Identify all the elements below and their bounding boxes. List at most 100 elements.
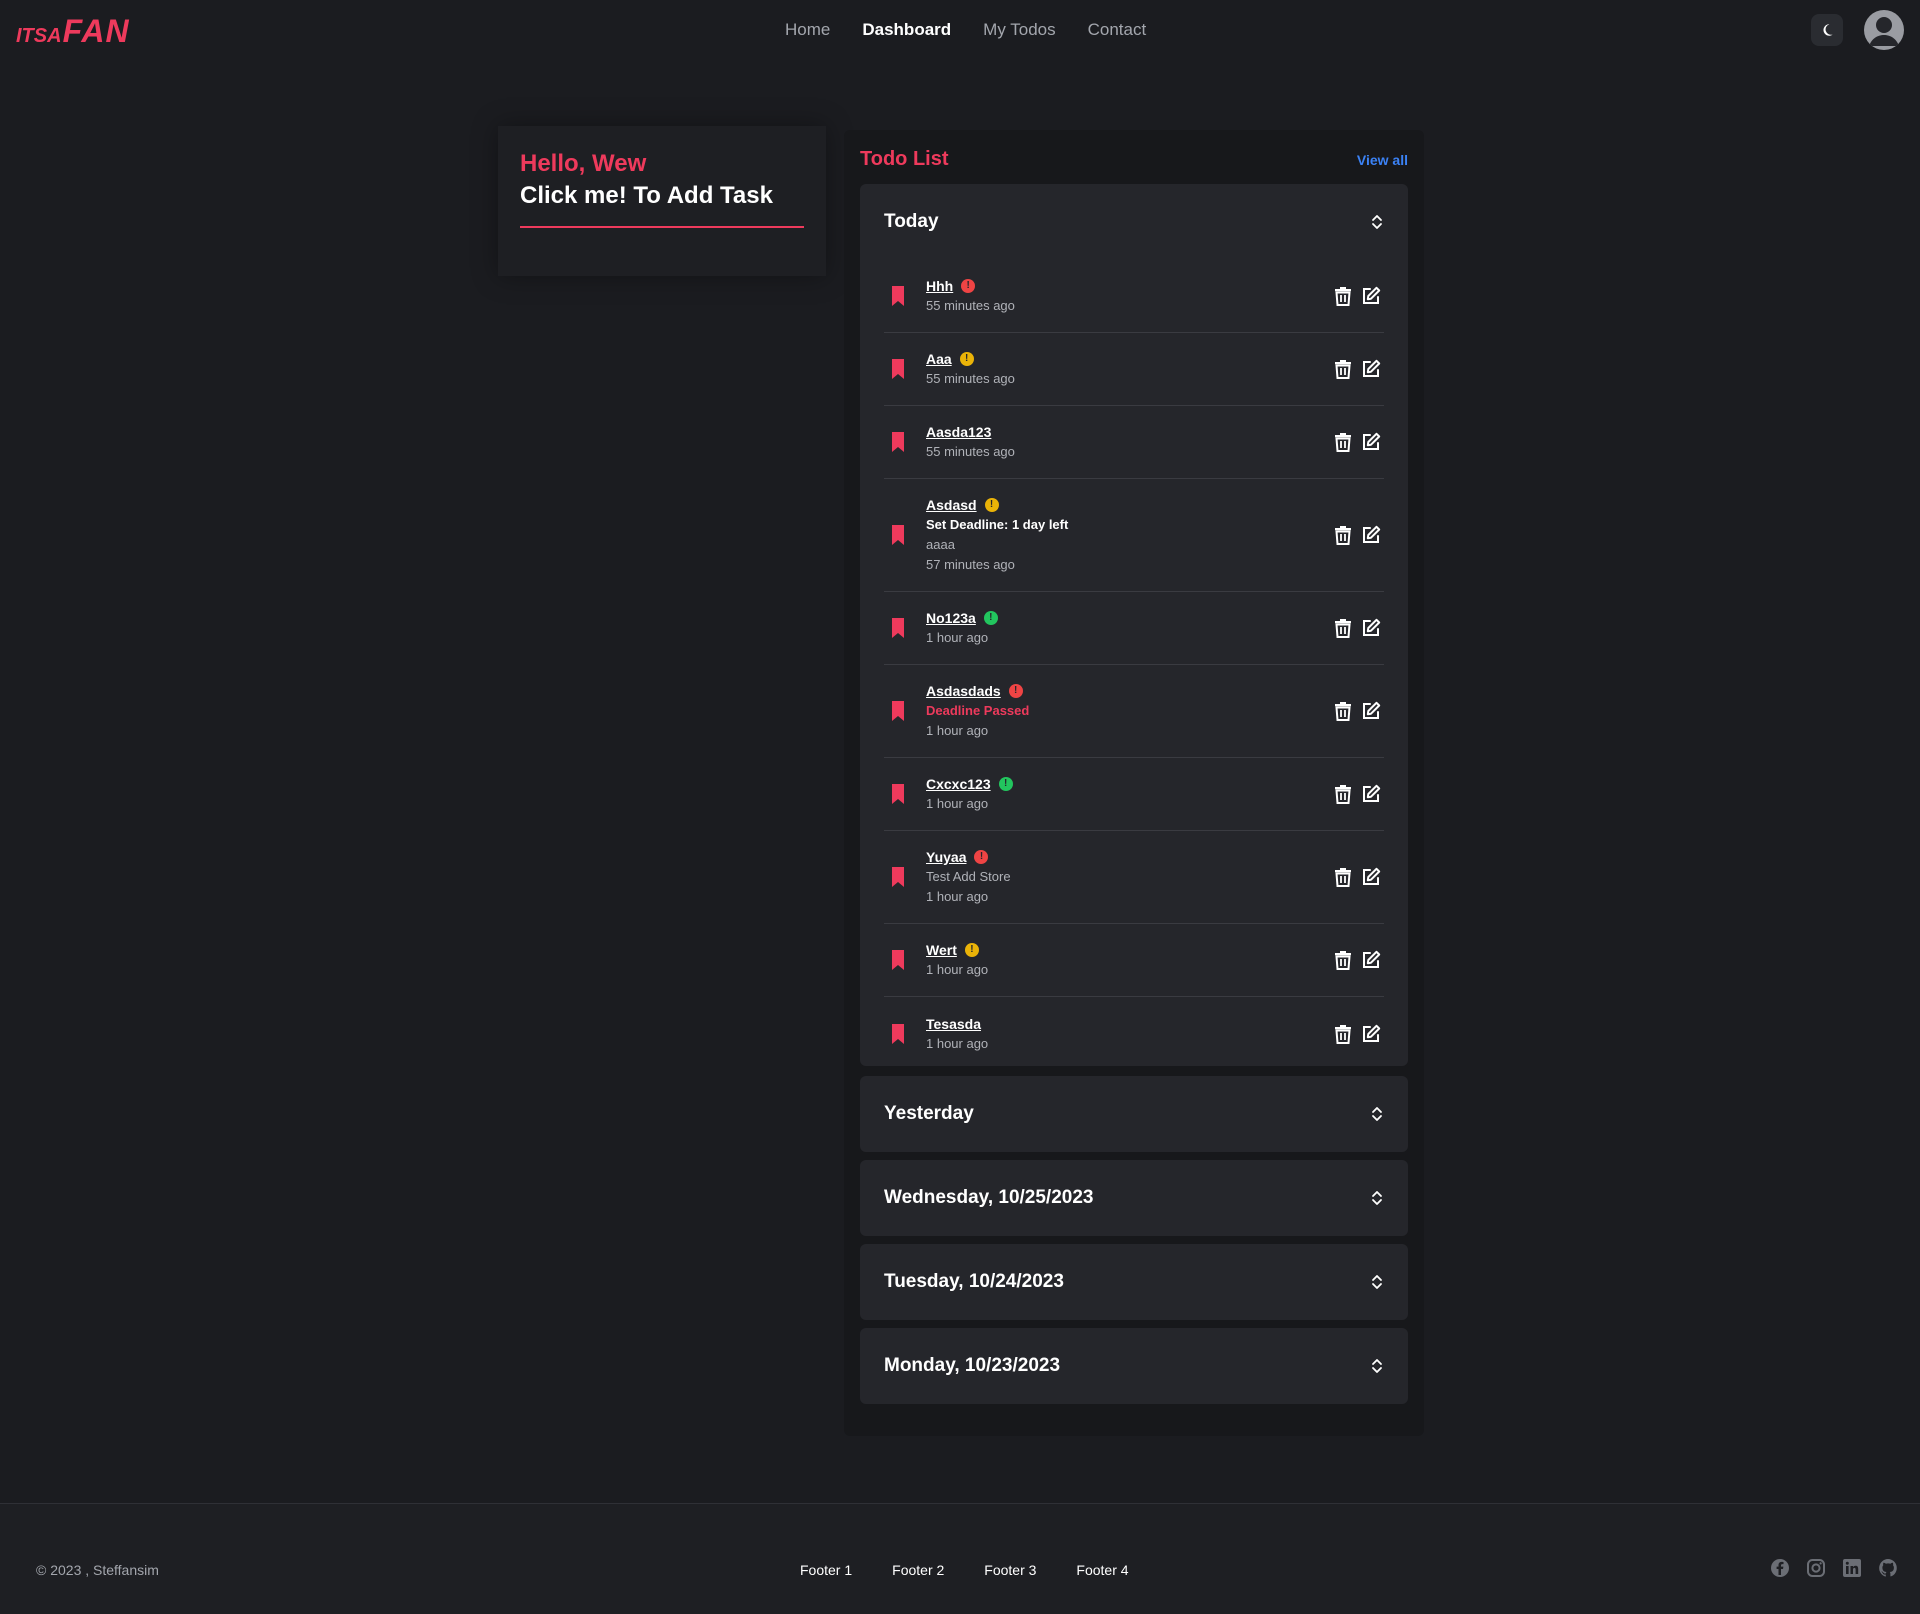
delete-button[interactable] (1332, 431, 1354, 453)
todo-title-row: Wert! (926, 940, 1332, 960)
edit-button[interactable] (1360, 524, 1382, 546)
edit-button[interactable] (1360, 358, 1382, 380)
theme-toggle-button[interactable] (1811, 14, 1843, 46)
nav-my-todos[interactable]: My Todos (983, 18, 1055, 42)
edit-icon (1363, 867, 1381, 885)
group-header-yesterday[interactable]: Yesterday (860, 1076, 1408, 1152)
delete-button[interactable] (1332, 617, 1354, 639)
footer-links: Footer 1 Footer 2 Footer 3 Footer 4 (800, 1562, 1129, 1578)
greeting-underline (520, 226, 804, 228)
edit-button[interactable] (1360, 617, 1382, 639)
edit-button[interactable] (1360, 431, 1382, 453)
nav-dashboard[interactable]: Dashboard (862, 18, 951, 42)
edit-button[interactable] (1360, 285, 1382, 307)
todo-timestamp: 1 hour ago (926, 962, 989, 977)
todo-item: Aasda123 55 minutes ago (884, 406, 1384, 479)
bookmark-icon (892, 432, 904, 452)
todo-item-body: Tesasda 1 hour ago (926, 1014, 1332, 1054)
todo-item: Tesasda 1 hour ago (884, 997, 1384, 1070)
bookmark-icon (892, 359, 904, 379)
todo-timestamp: 1 hour ago (926, 1035, 989, 1051)
add-task-button[interactable]: Click me! To Add Task (520, 182, 773, 210)
todo-title-link[interactable]: Wert (926, 940, 957, 960)
todo-item: Yuyaa! Test Add Store 1 hour ago (884, 831, 1384, 924)
linkedin-icon (1843, 1559, 1861, 1577)
group-header-wednesday[interactable]: Wednesday, 10/25/2023 (860, 1160, 1408, 1236)
edit-button[interactable] (1360, 866, 1382, 888)
edit-icon (1363, 701, 1381, 719)
priority-alert-icon: ! (961, 279, 976, 293)
priority-alert-icon: ! (974, 850, 989, 864)
logo-text-big: FAN (62, 13, 130, 49)
instagram-link[interactable] (1806, 1558, 1826, 1578)
group-header-monday[interactable]: Monday, 10/23/2023 (860, 1328, 1408, 1404)
delete-button[interactable] (1332, 285, 1354, 307)
priority-alert-icon: ! (959, 352, 974, 366)
nav-home[interactable]: Home (785, 18, 830, 42)
todo-actions (1332, 617, 1382, 639)
todo-title-link[interactable]: Aasda123 (926, 422, 991, 442)
group-title: Monday, 10/23/2023 (884, 1355, 1061, 1376)
todo-title-link[interactable]: Cxcxc123 (926, 774, 991, 794)
trash-icon (1335, 619, 1351, 638)
todo-title-link[interactable]: Tesasda (926, 1014, 981, 1034)
todo-item-body: No123a! 1 hour ago (926, 608, 1332, 648)
todo-title-row: Aaa! (926, 349, 1332, 369)
edit-icon (1363, 432, 1381, 450)
group-today: Today Hhh! 55 minutes ago Aaa! 55 minutes a… (860, 184, 1408, 1066)
delete-button[interactable] (1332, 949, 1354, 971)
user-avatar-icon (1869, 17, 1899, 46)
edit-button[interactable] (1360, 949, 1382, 971)
todo-timestamp: 1 hour ago (926, 630, 989, 645)
edit-button[interactable] (1360, 700, 1382, 722)
delete-button[interactable] (1332, 1023, 1354, 1045)
todo-item-body: Wert! 1 hour ago (926, 940, 1332, 980)
todo-deadline: Set Deadline: 1 day left (926, 517, 1069, 532)
view-all-link[interactable]: View all (1357, 152, 1408, 168)
todo-timestamp: 55 minutes ago (926, 371, 1015, 386)
linkedin-link[interactable] (1842, 1558, 1862, 1578)
delete-button[interactable] (1332, 700, 1354, 722)
group-title: Today (884, 211, 939, 232)
todo-title-link[interactable]: Hhh (926, 276, 953, 296)
delete-button[interactable] (1332, 524, 1354, 546)
edit-icon (1363, 784, 1381, 802)
footer-link-4[interactable]: Footer 4 (1076, 1562, 1128, 1578)
github-icon (1879, 1559, 1897, 1577)
todo-actions (1332, 783, 1382, 805)
footer-link-3[interactable]: Footer 3 (984, 1562, 1036, 1578)
facebook-link[interactable] (1770, 1558, 1790, 1578)
group-title: Tuesday, 10/24/2023 (884, 1271, 1064, 1292)
deadline-passed-label: Deadline Passed (926, 703, 1030, 718)
trash-icon (1335, 526, 1351, 545)
group-title: Yesterday (884, 1103, 974, 1124)
todo-title-link[interactable]: Yuyaa (926, 847, 966, 867)
edit-button[interactable] (1360, 1023, 1382, 1045)
todo-item: Asdasdads! Deadline Passed 1 hour ago (884, 665, 1384, 758)
todo-title-link[interactable]: Asdasd (926, 495, 977, 515)
todo-item-body: Aaa! 55 minutes ago (926, 349, 1332, 389)
delete-button[interactable] (1332, 783, 1354, 805)
chevron-up-down-icon (1372, 215, 1382, 229)
todo-item: No123a! 1 hour ago (884, 592, 1384, 665)
delete-button[interactable] (1332, 866, 1354, 888)
logo[interactable]: ITSA FAN (16, 10, 130, 50)
group-header-tuesday[interactable]: Tuesday, 10/24/2023 (860, 1244, 1408, 1320)
todo-title-link[interactable]: Aaa (926, 349, 952, 369)
instagram-icon (1807, 1559, 1825, 1577)
group-header-today[interactable]: Today (860, 184, 1408, 260)
todo-item-body: Yuyaa! Test Add Store 1 hour ago (926, 847, 1332, 907)
todo-timestamp: 1 hour ago (926, 723, 989, 738)
group-wednesday: Wednesday, 10/25/2023 (860, 1160, 1408, 1236)
github-link[interactable] (1878, 1558, 1898, 1578)
avatar[interactable] (1864, 10, 1904, 50)
todo-item: Aaa! 55 minutes ago (884, 333, 1384, 406)
todo-actions (1332, 431, 1382, 453)
footer-link-1[interactable]: Footer 1 (800, 1562, 852, 1578)
todo-title-link[interactable]: No123a (926, 608, 976, 628)
todo-title-link[interactable]: Asdasdads (926, 681, 1001, 701)
delete-button[interactable] (1332, 358, 1354, 380)
nav-contact[interactable]: Contact (1088, 18, 1147, 42)
edit-button[interactable] (1360, 783, 1382, 805)
footer-link-2[interactable]: Footer 2 (892, 1562, 944, 1578)
